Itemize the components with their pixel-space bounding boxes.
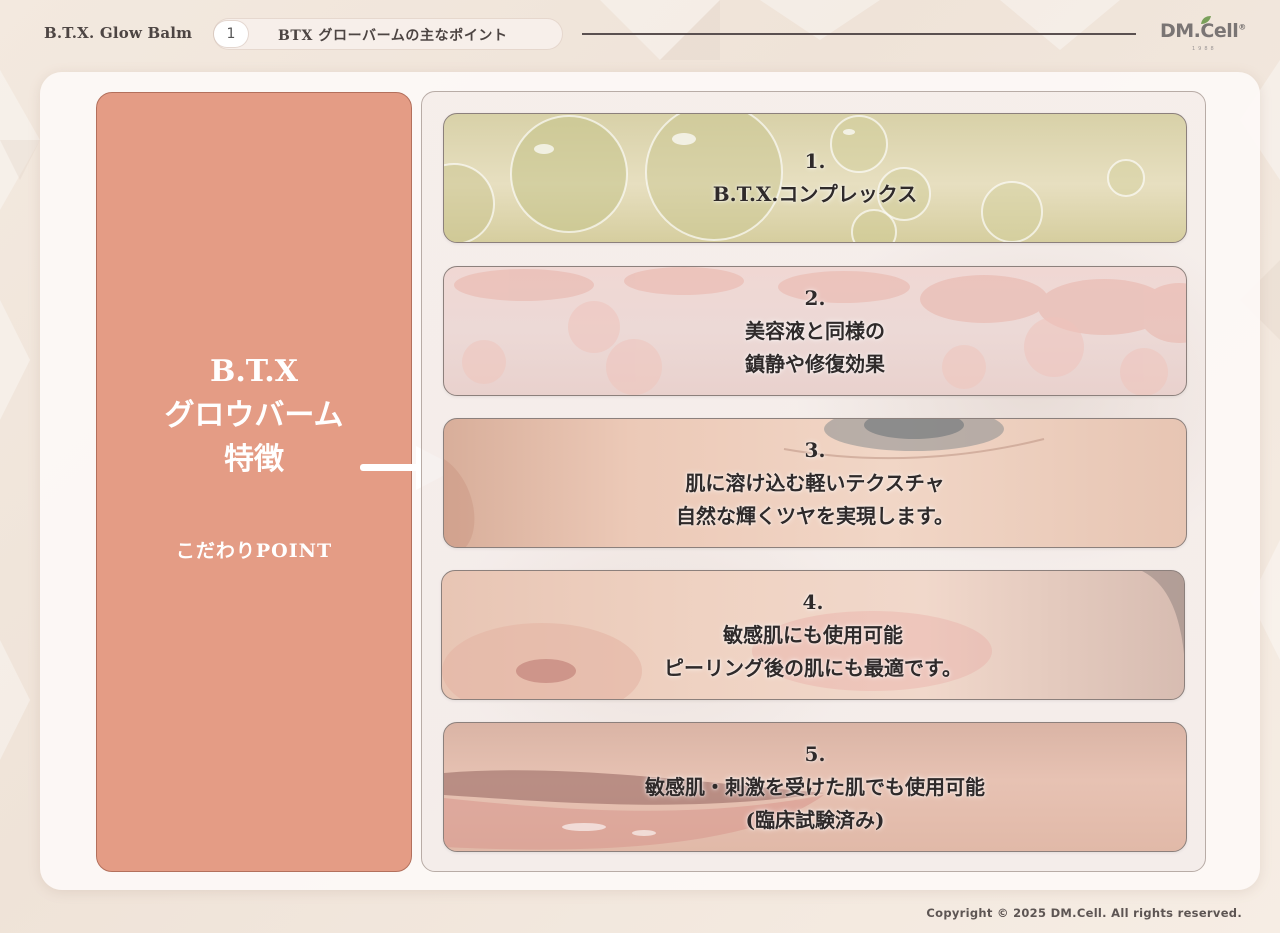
point-text: 2. 美容液と同様の 鎮静や修復効果 bbox=[444, 267, 1186, 395]
copyright-notice: Copyright © 2025 DM.Cell. All rights res… bbox=[926, 906, 1242, 920]
point-text: 5. 敏感肌・刺激を受けた肌でも使用可能 (臨床試験済み) bbox=[444, 723, 1186, 851]
header-divider bbox=[582, 33, 1136, 35]
brand-name: B.T.X. Glow Balm bbox=[44, 24, 193, 42]
point-card-4: 4. 敏感肌にも使用可能 ピーリング後の肌にも最適です。 bbox=[441, 570, 1185, 700]
section-number-badge: 1 bbox=[214, 21, 248, 47]
point-text: 1. B.T.X.コンプレックス bbox=[444, 114, 1186, 242]
point-number: 5. bbox=[804, 741, 826, 766]
point-number: 2. bbox=[804, 285, 826, 310]
point-card-5: 5. 敏感肌・刺激を受けた肌でも使用可能 (臨床試験済み) bbox=[443, 722, 1187, 852]
feature-panel-subtitle: こだわりPOINT bbox=[175, 540, 333, 562]
company-logo: DM.Cell® 1988 bbox=[1160, 16, 1250, 56]
point-line: B.T.X.コンプレックス bbox=[712, 182, 918, 206]
point-line: 自然な輝くツヤを実現します。 bbox=[676, 503, 954, 528]
point-card-1: 1. B.T.X.コンプレックス bbox=[443, 113, 1187, 243]
point-card-2: 2. 美容液と同様の 鎮静や修復効果 bbox=[443, 266, 1187, 396]
point-text: 4. 敏感肌にも使用可能 ピーリング後の肌にも最適です。 bbox=[442, 571, 1184, 699]
point-line: (臨床試験済み) bbox=[745, 807, 885, 832]
slide-header: B.T.X. Glow Balm 1 BTX グローバームの主なポイント DM.… bbox=[0, 0, 1280, 70]
point-line: ピーリング後の肌にも最適です。 bbox=[664, 655, 962, 680]
feature-title-line: B.T.X bbox=[210, 354, 298, 389]
leaf-icon bbox=[1201, 16, 1211, 24]
point-card-3: 3. 肌に溶け込む軽いテクスチャ 自然な輝くツヤを実現します。 bbox=[443, 418, 1187, 548]
point-number: 3. bbox=[804, 437, 826, 462]
logo-tagline: 1988 bbox=[1192, 46, 1217, 52]
point-line: 肌に溶け込む軽いテクスチャ bbox=[685, 470, 945, 495]
point-line: 敏感肌・刺激を受けた肌でも使用可能 bbox=[645, 774, 985, 799]
point-number: 4. bbox=[802, 589, 824, 614]
point-line: 敏感肌にも使用可能 bbox=[723, 622, 903, 647]
section-title: BTX グローバームの主なポイント bbox=[278, 28, 508, 44]
point-line: 鎮静や修復効果 bbox=[745, 351, 885, 376]
point-line: 美容液と同様の bbox=[745, 318, 885, 343]
point-number: 1. bbox=[804, 149, 826, 173]
section-pill: 1 BTX グローバームの主なポイント bbox=[214, 19, 562, 49]
logo-registered-mark: ® bbox=[1238, 22, 1246, 32]
point-text: 3. 肌に溶け込む軽いテクスチャ 自然な輝くツヤを実現します。 bbox=[444, 419, 1186, 547]
feature-title-line: グロウバーム bbox=[164, 398, 344, 433]
